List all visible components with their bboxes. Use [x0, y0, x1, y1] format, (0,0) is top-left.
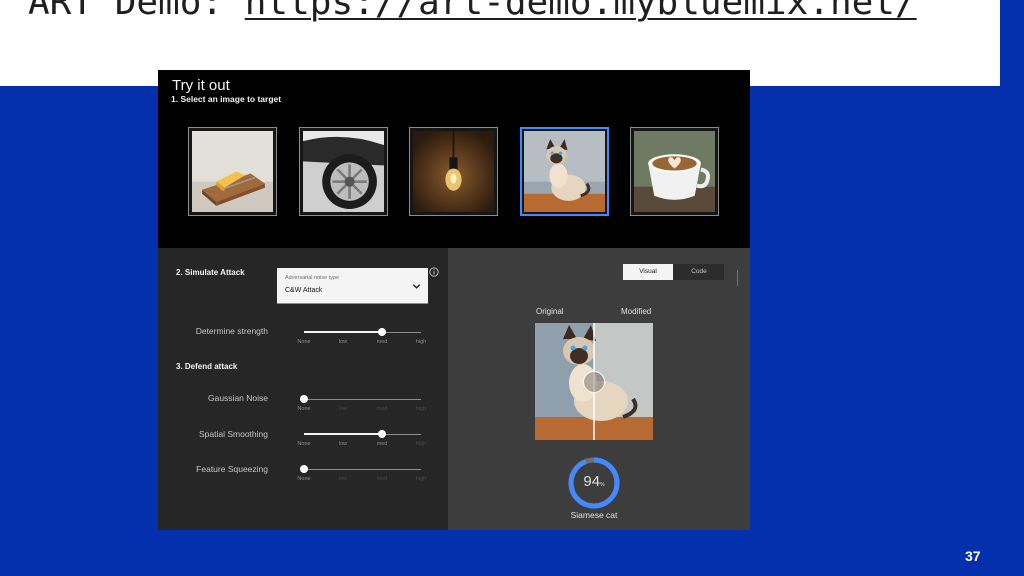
strength-label: Determine strength [195, 326, 268, 336]
slider-tick-low: low [338, 476, 348, 482]
slider-tick-none: None [297, 406, 311, 412]
feature-squeezing-slider[interactable]: None low med high [297, 464, 427, 486]
spatial-smoothing-slider[interactable]: None low med high [297, 429, 427, 451]
slider-tick-med: med [376, 406, 388, 412]
gaussian-noise-slider[interactable]: None low med high [297, 394, 427, 416]
art-demo-screenshot: Try it out 1. Select an image to target [158, 70, 750, 530]
noise-type-dropdown[interactable]: Adversarial noise type C&W Attack [277, 268, 428, 304]
confidence-value: 94 [583, 473, 601, 490]
slider-tick-low: low [338, 441, 348, 447]
strength-slider[interactable]: None low med high [297, 327, 427, 349]
slider-tick-med: med [376, 441, 388, 447]
light-bulb-image [413, 131, 494, 212]
slider-tick-low: low [338, 406, 348, 412]
slider-knob[interactable] [378, 430, 387, 438]
step1-label: 1. Select an image to target [171, 94, 282, 104]
slider-tick-med: med [376, 476, 388, 482]
predicted-class-label: Siamese cat [570, 510, 618, 520]
slider-knob[interactable] [300, 465, 308, 473]
confidence-readout: 94% [567, 473, 621, 490]
info-icon[interactable] [429, 267, 439, 277]
chevron-down-icon [412, 284, 421, 289]
slider-fill [304, 433, 383, 435]
slide-title-prefix: ART Demo: [28, 0, 245, 23]
latte-cup-image [634, 131, 715, 212]
slider-tick-med: med [376, 339, 388, 345]
noise-type-label: Adversarial noise type [285, 275, 340, 281]
defend-attack-heading: 3. Defend attack [176, 362, 238, 371]
slider-tick-high: high [415, 441, 427, 447]
siamese-cat-image [524, 131, 605, 212]
modified-label: Modified [621, 307, 652, 316]
slider-knob[interactable] [378, 328, 387, 336]
thumbnail-siamese-cat[interactable] [520, 127, 609, 216]
simulate-attack-heading: 2. Simulate Attack [176, 268, 245, 277]
controls-panel: 2. Simulate Attack Adversarial noise typ… [158, 248, 448, 530]
try-it-out-heading: Try it out [172, 77, 230, 94]
gaussian-noise-label: Gaussian Noise [207, 393, 268, 403]
noise-type-value: C&W Attack [285, 287, 323, 294]
tab-code[interactable]: Code [674, 264, 724, 280]
slider-tick-high: high [415, 406, 427, 412]
scrollbar[interactable] [737, 270, 738, 286]
thumbnail-light-bulb[interactable] [409, 127, 498, 216]
slider-tick-none: None [297, 339, 311, 345]
slider-knob[interactable] [300, 395, 308, 403]
slider-track[interactable] [304, 399, 421, 400]
car-wheel-image [303, 131, 384, 212]
feature-squeezing-label: Feature Squeezing [196, 464, 268, 474]
slider-tick-high: high [415, 476, 427, 482]
slide-page-number: 37 [965, 548, 981, 564]
thumbnail-mousetrap[interactable] [188, 127, 277, 216]
tab-visual[interactable]: Visual [623, 264, 673, 280]
comparison-slider-handle[interactable] [583, 371, 605, 393]
thumbnail-car-wheel[interactable] [299, 127, 388, 216]
slider-fill [304, 331, 383, 333]
slider-tick-high: high [415, 339, 427, 345]
slide-title: ART Demo: https://art-demo.mybluemix.net… [28, 0, 917, 23]
view-toggle: Visual Code [623, 264, 724, 280]
slider-tick-low: low [338, 339, 348, 345]
slider-track[interactable] [304, 469, 421, 470]
image-selection-section: Try it out 1. Select an image to target [158, 70, 750, 248]
demo-url-link[interactable]: https://art-demo.mybluemix.net/ [245, 0, 917, 23]
thumbnail-latte-cup[interactable] [630, 127, 719, 216]
mousetrap-image [192, 131, 273, 212]
results-panel: Visual Code Original Modified 94% Siames… [448, 248, 750, 530]
slider-tick-none: None [297, 476, 311, 482]
image-comparison [535, 323, 653, 440]
slider-tick-none: None [297, 441, 311, 447]
original-label: Original [536, 307, 564, 316]
confidence-unit: % [600, 482, 605, 488]
spatial-smoothing-label: Spatial Smoothing [199, 429, 268, 439]
